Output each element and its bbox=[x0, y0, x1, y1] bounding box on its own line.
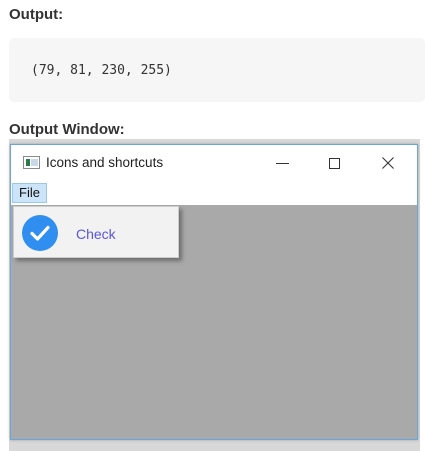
code-output-text: (79, 81, 230, 255) bbox=[31, 63, 172, 78]
check-circle-icon bbox=[22, 215, 58, 251]
app-window-icon bbox=[23, 156, 40, 169]
output-heading: Output: bbox=[9, 6, 64, 23]
minimize-icon bbox=[275, 162, 289, 164]
file-menu-dropdown: Check bbox=[13, 206, 179, 258]
menu-item-check[interactable]: Check bbox=[16, 209, 176, 255]
minimize-button[interactable] bbox=[259, 145, 305, 181]
window-title: Icons and shortcuts bbox=[46, 155, 164, 170]
menu-bar: File bbox=[11, 181, 417, 205]
close-icon bbox=[382, 157, 394, 169]
app-window: Icons and shortcuts File Check bbox=[10, 144, 418, 440]
menu-file[interactable]: File bbox=[12, 183, 47, 203]
maximize-icon bbox=[328, 157, 340, 169]
title-bar[interactable]: Icons and shortcuts bbox=[11, 145, 417, 181]
maximize-button[interactable] bbox=[311, 145, 357, 181]
menu-item-label: Check bbox=[76, 226, 116, 242]
code-output-box: (79, 81, 230, 255) bbox=[9, 38, 425, 102]
output-window-heading: Output Window: bbox=[9, 121, 125, 138]
close-button[interactable] bbox=[365, 145, 411, 181]
